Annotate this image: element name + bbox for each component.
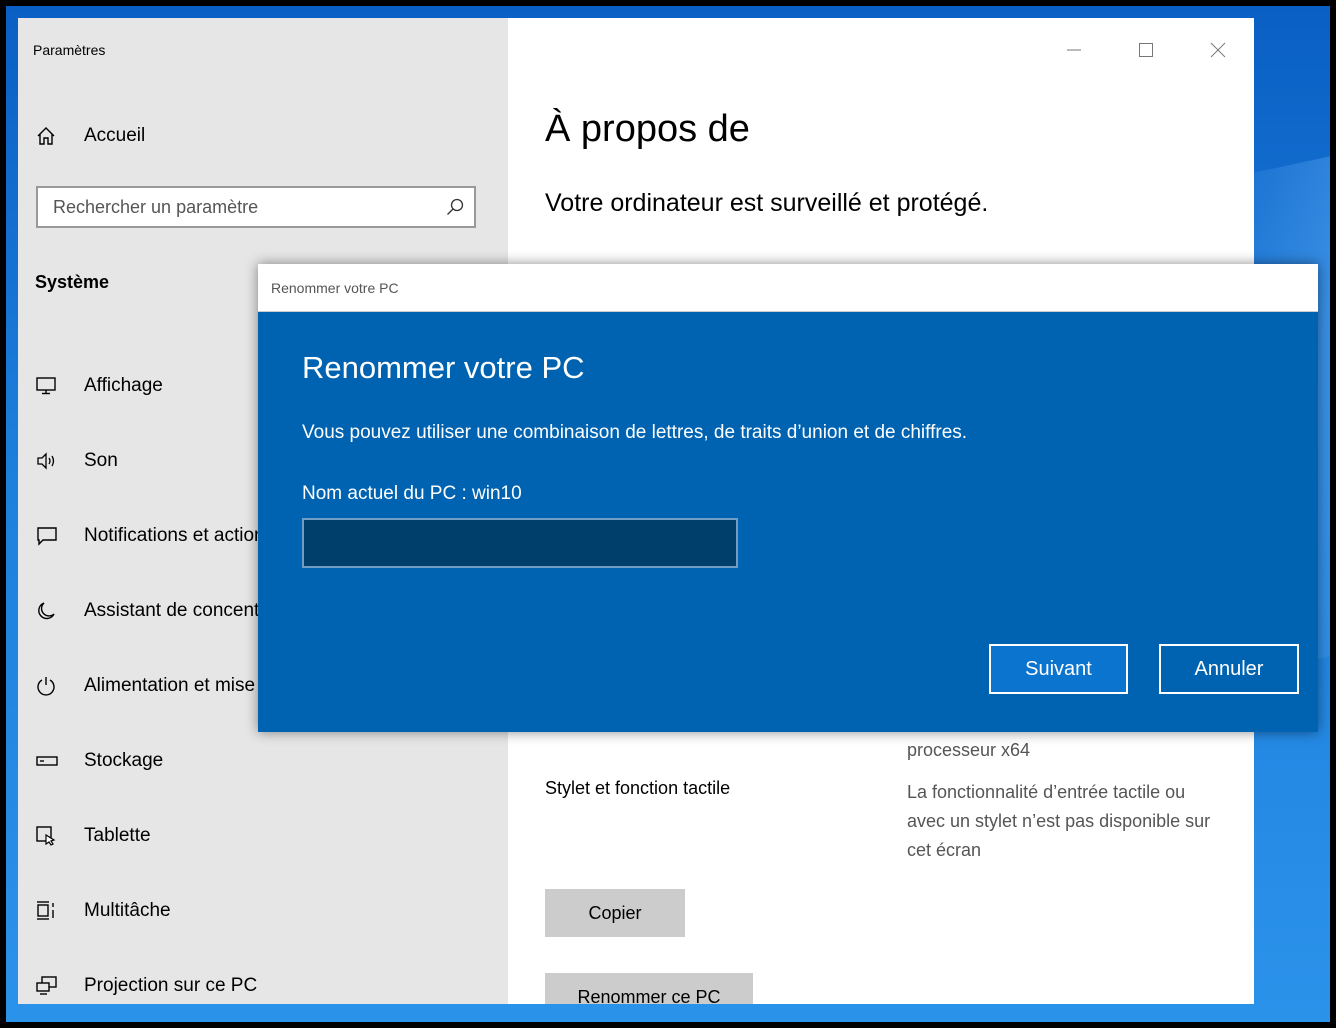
sidebar-item-multitasking[interactable]: Multitâche [18, 873, 508, 948]
storage-icon [36, 755, 84, 767]
projection-icon [36, 975, 84, 996]
close-button[interactable] [1182, 18, 1254, 82]
minimize-button[interactable] [1038, 18, 1110, 82]
rename-pc-button[interactable]: Renommer ce PC [545, 973, 753, 1004]
new-pc-name-input[interactable] [302, 518, 738, 568]
current-name-label: Nom actuel du PC : win10 [302, 483, 522, 504]
rename-pc-dialog: Renommer votre PC Renommer votre PC Vous… [258, 264, 1318, 732]
security-status: Votre ordinateur est surveillé et protég… [545, 189, 989, 217]
sidebar-item-tablet[interactable]: Tablette [18, 798, 508, 873]
copy-button[interactable]: Copier [545, 889, 685, 937]
dialog-body: Renommer votre PC Vous pouvez utiliser u… [258, 312, 1318, 732]
search-box[interactable] [36, 186, 476, 228]
multitask-icon [36, 900, 84, 921]
window-controls [1038, 18, 1254, 82]
search-input[interactable] [38, 187, 436, 227]
speaker-icon [36, 451, 84, 470]
close-icon [1210, 42, 1226, 58]
dialog-heading: Renommer votre PC [302, 350, 585, 385]
sidebar-item-label: Affichage [84, 374, 163, 396]
processor-value: processeur x64 [907, 740, 1031, 760]
sidebar-item-label: Projection sur ce PC [84, 974, 258, 996]
monitor-icon [36, 376, 84, 395]
maximize-button[interactable] [1110, 18, 1182, 82]
notification-icon [36, 526, 84, 546]
next-button[interactable]: Suivant [989, 644, 1128, 694]
pen-touch-label: Stylet et fonction tactile [545, 778, 731, 798]
tablet-icon [36, 825, 84, 846]
moon-icon [36, 601, 84, 621]
cancel-button[interactable]: Annuler [1159, 644, 1299, 694]
pen-touch-value: La fonctionnalité d’entrée tactile ou av… [907, 782, 1211, 860]
sidebar-item-label: Stockage [84, 749, 164, 771]
sidebar-item-label: Multitâche [84, 899, 171, 921]
sidebar-item-label: Notifications et actions [84, 524, 275, 546]
sidebar-item-projection[interactable]: Projection sur ce PC [18, 948, 508, 1004]
search-icon[interactable] [436, 198, 474, 216]
dialog-titlebar: Renommer votre PC [258, 264, 1318, 312]
sidebar-item-storage[interactable]: Stockage [18, 723, 508, 798]
nav-home[interactable]: Accueil [36, 116, 476, 156]
dialog-description: Vous pouvez utiliser une combinaison de … [302, 422, 968, 443]
page-title: À propos de [545, 108, 750, 150]
sidebar-item-label: Tablette [84, 824, 151, 846]
maximize-icon [1139, 43, 1153, 57]
sidebar-item-label: Son [84, 449, 118, 471]
nav-home-label: Accueil [84, 125, 146, 146]
power-icon [36, 676, 84, 696]
home-icon [36, 126, 84, 146]
section-title: Système [35, 272, 110, 292]
minimize-icon [1067, 49, 1081, 51]
window-title: Paramètres [33, 42, 106, 58]
